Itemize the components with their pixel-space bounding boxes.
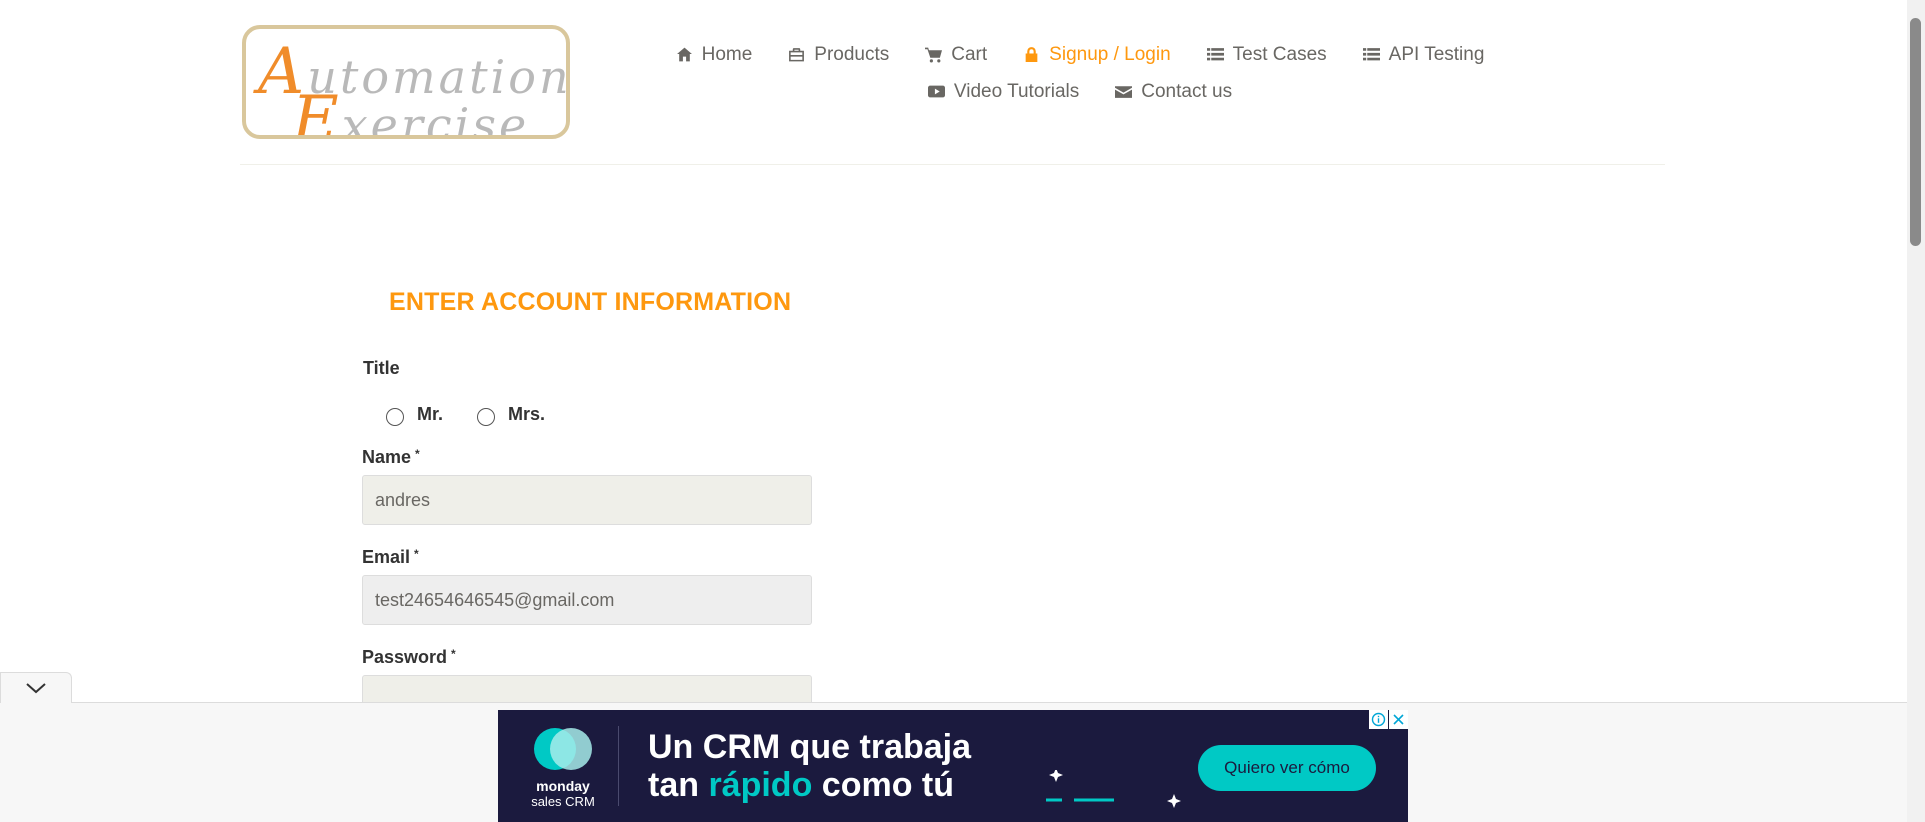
ad-brand-name: monday: [536, 778, 590, 794]
nav-row-1: Home Products Cart Signup / Login Test C…: [676, 36, 1484, 73]
nav-row-2: Video Tutorials Contact us: [700, 73, 1460, 110]
nav-cart[interactable]: Cart: [925, 44, 987, 66]
nav-signup-login-label: Signup / Login: [1049, 43, 1171, 65]
home-icon: [676, 47, 692, 62]
nav-signup-login[interactable]: Signup / Login: [1023, 44, 1171, 66]
page-scrollbar[interactable]: [1907, 0, 1925, 822]
nav-api-testing-label: API Testing: [1388, 43, 1485, 65]
chevron-down-icon: [26, 683, 46, 694]
name-input[interactable]: andres: [362, 475, 812, 525]
email-input-value: test24654646545@gmail.com: [375, 589, 615, 610]
required-mark: *: [414, 547, 419, 561]
ad-headline-2: tan rápido como tú: [648, 766, 955, 804]
email-input[interactable]: test24654646545@gmail.com: [362, 575, 812, 625]
nav-test-cases[interactable]: Test Cases: [1206, 43, 1327, 66]
title-option-mrs[interactable]: Mrs.: [477, 402, 545, 426]
password-label: Password *: [362, 647, 456, 668]
nav-home-label: Home: [701, 43, 753, 65]
email-label: Email *: [362, 547, 419, 568]
nav-video-tutorials[interactable]: Video Tutorials: [927, 80, 1080, 103]
required-mark: *: [415, 447, 420, 461]
title-label: Title: [363, 358, 400, 378]
nav-video-tutorials-label: Video Tutorials: [953, 80, 1080, 102]
list-icon: [1362, 48, 1380, 61]
site-logo[interactable]: Automation Exercise: [242, 25, 570, 139]
email-label-text: Email: [362, 547, 411, 567]
youtube-icon: [927, 85, 945, 98]
ad-cta-button[interactable]: Quiero ver cómo: [1198, 745, 1376, 791]
name-label: Name *: [362, 447, 420, 468]
page: Automation Exercise Home Products Cart S…: [0, 0, 1925, 822]
monday-logo-icon: [534, 728, 592, 770]
list-icon: [1206, 48, 1224, 61]
title-radio-group: Mr. Mrs.: [386, 402, 579, 426]
name-input-value: andres: [375, 489, 431, 510]
briefcase-icon: [789, 48, 805, 62]
nav-test-cases-label: Test Cases: [1232, 43, 1327, 65]
close-icon: [1393, 714, 1404, 725]
ad-banner[interactable]: monday sales CRM Un CRM que trabaja tan …: [498, 710, 1408, 822]
radio-mrs[interactable]: [477, 408, 496, 426]
nav-products[interactable]: Products: [788, 44, 889, 66]
logo-line-2: Exercise: [292, 83, 530, 139]
sparkle-decoration-icon: [1046, 770, 1181, 808]
nav-cart-label: Cart: [951, 43, 988, 65]
radio-mr-label: Mr.: [417, 403, 444, 424]
lock-icon: [1025, 47, 1038, 62]
nav-api-testing[interactable]: API Testing: [1362, 43, 1485, 66]
nav-contact-us[interactable]: Contact us: [1115, 81, 1232, 103]
radio-mr[interactable]: [386, 408, 404, 426]
name-label-text: Name: [362, 447, 412, 467]
nav-home[interactable]: Home: [676, 43, 753, 66]
scrollbar-thumb[interactable]: [1910, 18, 1921, 246]
envelope-icon: [1115, 86, 1133, 98]
info-icon: [1371, 712, 1386, 727]
required-mark: *: [451, 647, 456, 661]
ad-headline-1: Un CRM que trabaja: [648, 728, 972, 766]
header-divider: [240, 164, 1665, 165]
title-option-mr[interactable]: Mr.: [386, 402, 443, 426]
nav-products-label: Products: [814, 43, 890, 65]
ad-close-button[interactable]: [1389, 710, 1408, 729]
nav-contact-us-label: Contact us: [1141, 80, 1233, 102]
form-heading: Enter Account Information: [389, 288, 792, 316]
ad-brand-sub: sales CRM: [531, 794, 595, 809]
password-label-text: Password: [362, 647, 448, 667]
ad-info-button[interactable]: [1369, 710, 1388, 729]
main-nav: Home Products Cart Signup / Login Test C…: [676, 36, 1484, 110]
radio-mrs-label: Mrs.: [508, 403, 546, 424]
cart-icon: [925, 47, 943, 63]
ad-brand-logo: monday sales CRM: [522, 728, 604, 809]
ad-separator: [618, 726, 619, 806]
ad-collapse-toggle[interactable]: [0, 672, 72, 703]
